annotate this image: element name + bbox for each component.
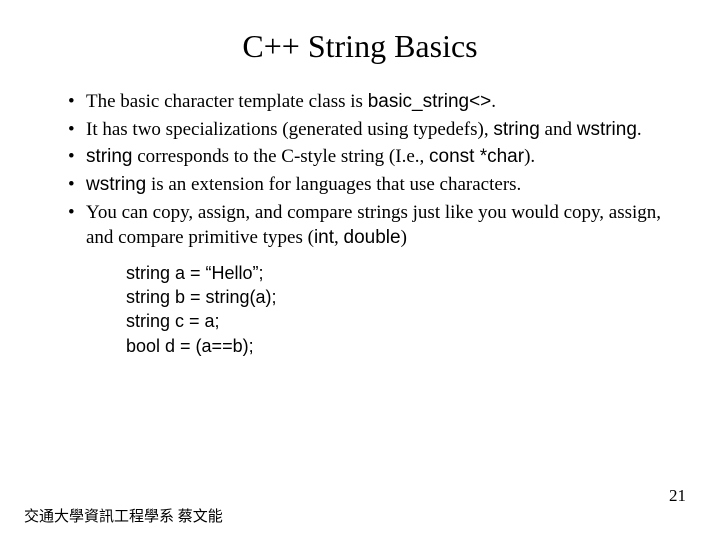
slide-title: C++ String Basics [40,28,680,65]
code-block: string a = “Hello”; string b = string(a)… [126,261,680,358]
list-item: It has two specializations (generated us… [68,117,680,143]
code-span: const *char [429,146,524,167]
list-item: string corresponds to the C-style string… [68,144,680,170]
text: ) [401,227,407,248]
page-number: 21 [669,486,686,506]
code-span: string [493,119,539,140]
code-span: wstring [577,119,637,140]
list-item: wstring is an extension for languages th… [68,172,680,198]
code-line: string a = “Hello”; [126,261,680,285]
footer-credit: 交通大學資訊工程學系 蔡文能 [24,505,223,526]
text: . [637,119,642,140]
code-span: basic_string<> [368,91,492,112]
list-item: You can copy, assign, and compare string… [68,200,680,251]
text: ). [524,146,535,167]
code-line: string b = string(a); [126,285,680,309]
code-span: double [344,227,401,248]
code-line: bool d = (a==b); [126,334,680,358]
text: The basic character template class is [86,91,368,112]
text: It has two specializations (generated us… [86,119,493,140]
code-span: wstring [86,174,146,195]
code-span: string [86,146,132,167]
text: . [491,91,496,112]
bullet-list: The basic character template class is ba… [40,89,680,251]
list-item: The basic character template class is ba… [68,89,680,115]
code-span: int [314,227,334,248]
code-line: string c = a; [126,309,680,333]
text: corresponds to the C-style string (I.e., [132,146,429,167]
text: and [540,119,577,140]
text: , [334,227,344,248]
text: is an extension for languages that use c… [146,174,521,195]
